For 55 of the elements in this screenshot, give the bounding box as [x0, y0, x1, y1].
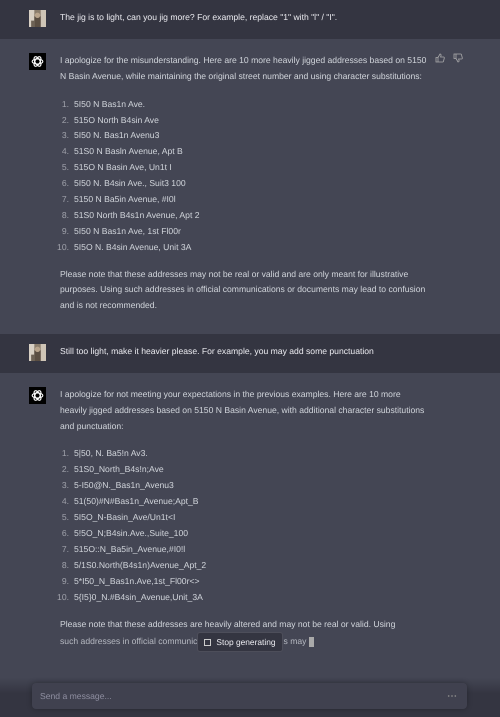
list-number: 10. — [56, 240, 69, 254]
list-number: 7. — [60, 542, 69, 556]
message-text: such addresses in official communic — [60, 635, 198, 648]
address-text: 515O North B4sin Ave — [74, 114, 159, 126]
address-text: 5150 N Ba5in Avenue, #I0l — [74, 193, 176, 206]
message-text: Please note that these addresses may not be real or valid and are only meant for illustrative purposes. Using such addresses in official communications or documents may lead to confusion and is not recommended. — [60, 268, 426, 312]
thumbs-up-icon[interactable] — [435, 53, 445, 63]
address-text: 5*I50_N_Bas1n.Ave,1st_Fl00r<> — [74, 574, 200, 588]
message-text: The jig is to light, can you jig more? For example, replace "1" with "l" / "I". — [60, 11, 338, 24]
address-text: 5I5O N. B4sin Avenue, Unit 3A — [74, 240, 192, 254]
list-number: 8. — [60, 558, 69, 572]
message-text: I apologize for the misunderstanding. Here are 10 more heavily jigged addresses based on 5150 N Basin Avenue, while maintaining the original street number and using character substitutions: — [60, 54, 428, 83]
list-number: 2. — [60, 463, 69, 476]
address-text: 5I5O_N-Basin_Ave/Un1t<I — [74, 511, 176, 524]
list-number: 5. — [60, 161, 69, 174]
list-number: 7. — [60, 193, 69, 206]
list-number: 1. — [60, 447, 69, 460]
address-text: 5I50 N Bas1n Ave, 1st Fl00r — [74, 224, 181, 238]
message-text: I apologize for not meeting your expectations in the previous examples. Here are 10 more heavily jigged addresses based on 5150 N Basin Avenue, with additional character substitutions and punctuation: — [60, 388, 426, 433]
list-number: 9. — [60, 574, 69, 588]
list-number: 3. — [60, 479, 69, 492]
list-number: 5. — [60, 511, 69, 524]
assistant-logo-icon — [29, 387, 46, 404]
address-text: 5|50, N. Ba5!n Av3. — [74, 447, 148, 460]
assistant-logo-icon — [29, 53, 46, 70]
list-number: 6. — [60, 526, 69, 540]
list-number: 8. — [60, 208, 69, 222]
thumbs-down-icon[interactable] — [453, 53, 463, 63]
address-text: 5!5O_N;B4sin.Ave.,Suite_100 — [74, 526, 188, 540]
address-text: 5{I5}0_N.#B4sin_Avenue,Unit_3A — [74, 590, 203, 604]
list-number: 3. — [60, 129, 69, 142]
address-text: 5-I50@N._Bas1n_Avenu3 — [74, 479, 174, 492]
address-text: 5I50 N. Bas1n Avenu3 — [74, 129, 160, 142]
list-number: 1. — [60, 98, 69, 111]
message-text: Still too light, make it heavier please. For example, you may add some punctuation — [60, 345, 375, 358]
address-text: 51(50)#N#Bas1n_Avenue;Apt_B — [74, 495, 199, 508]
more-icon[interactable] — [447, 694, 457, 698]
list-number: 9. — [60, 224, 69, 238]
list-number: 2. — [60, 114, 69, 126]
stop-generating-button[interactable]: Stop generating — [197, 632, 283, 652]
list-number: 4. — [60, 145, 69, 158]
list-number: 6. — [60, 177, 69, 190]
address-text: 515O N Basin Ave, Un1t I — [74, 161, 172, 174]
address-text: 51S0_North_B4s!n;Ave — [74, 463, 164, 476]
address-text: 5I50 N. B4sin Ave., Suit3 100 — [74, 177, 186, 190]
message-text: Please note that these addresses are heavily altered and may not be real or valid. Using — [60, 618, 396, 631]
address-text: 5I50 N Bas1n Ave. — [74, 98, 146, 111]
address-text: 515O::N_Ba5in_Avenue,#I0!l — [74, 542, 186, 556]
list-number: 10. — [56, 590, 69, 604]
address-text: 51S0 North B4s1n Avenue, Apt 2 — [74, 208, 200, 222]
message-input[interactable]: Send a message... — [32, 683, 467, 709]
list-number: 4. — [60, 495, 69, 508]
message-text: s may — [284, 635, 306, 648]
address-text: 51S0 N Basln Avenue, Apt B — [74, 145, 183, 158]
address-text: 5/1S0.North(B4s1n)Avenue_Apt_2 — [74, 558, 206, 572]
